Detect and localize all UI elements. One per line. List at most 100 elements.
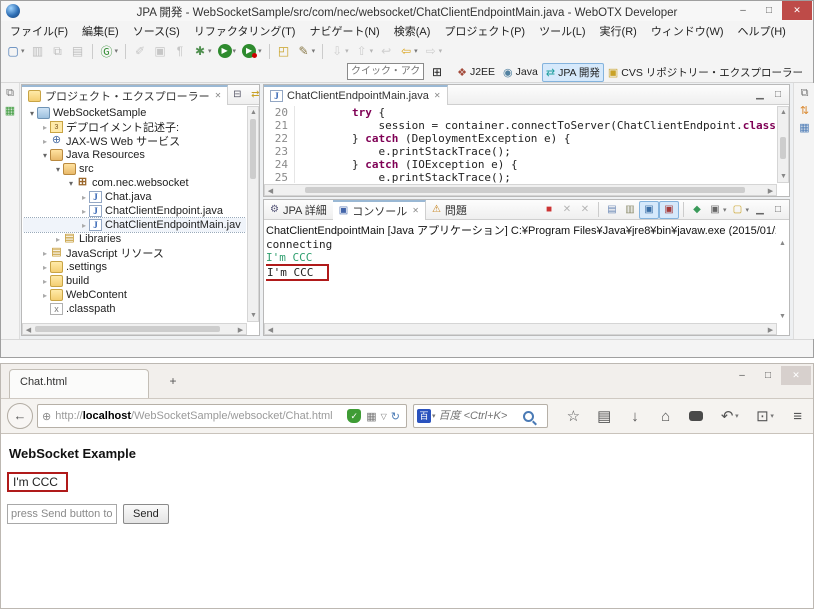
link-with-editor-icon[interactable]: ⇄: [246, 86, 264, 104]
remove-all-launches-icon[interactable]: ✕: [576, 201, 594, 219]
tab-problems[interactable]: ⚠問題: [426, 200, 473, 220]
dropdown-arrow-icon[interactable]: ▾: [312, 47, 316, 55]
restore-minimized-view-icon[interactable]: ⧉: [798, 85, 812, 102]
perspective-button-0[interactable]: ❖J2EE: [453, 63, 499, 82]
maximize-button[interactable]: □: [756, 1, 782, 20]
explorer-vertical-scrollbar[interactable]: ▲▼: [247, 106, 259, 322]
console-vertical-scrollbar[interactable]: ▲▼: [777, 238, 789, 322]
reload-icon[interactable]: ↻: [391, 410, 400, 423]
menu-item-4[interactable]: ナビゲート(N): [302, 20, 386, 42]
menu-item-5[interactable]: 検索(A): [387, 20, 438, 42]
synchronize-shortcut-icon[interactable]: ⇅: [798, 102, 812, 119]
browser-close-button[interactable]: ✕: [781, 366, 811, 385]
tab-console[interactable]: ▣コンソール✕: [333, 200, 426, 220]
run-icon[interactable]: ▶▾: [215, 41, 240, 61]
screenshot-tool-icon[interactable]: ⊡▾: [752, 406, 777, 426]
tree-item-0[interactable]: ▾WebSocketSample: [23, 106, 246, 120]
maximize-view-icon[interactable]: □: [769, 201, 787, 219]
bookmarks-menu-icon[interactable]: ▤: [594, 406, 614, 426]
close-button[interactable]: ✕: [782, 1, 812, 20]
open-perspective-icon[interactable]: ⊞: [429, 62, 445, 82]
close-view-icon[interactable]: ✕: [215, 91, 222, 100]
open-file-icon[interactable]: ◰: [274, 41, 294, 61]
menu-item-10[interactable]: ヘルプ(H): [731, 20, 793, 42]
close-editor-icon[interactable]: ✕: [434, 91, 441, 100]
menu-item-0[interactable]: ファイル(F): [3, 20, 75, 42]
tree-item-11[interactable]: ▸.settings: [23, 260, 246, 274]
tree-expand-arrow[interactable]: ▸: [79, 193, 89, 202]
browser-minimize-button[interactable]: –: [729, 366, 755, 385]
show-stderr-when-changed-icon[interactable]: ▣: [659, 201, 679, 219]
debug-icon[interactable]: ✱▾: [190, 41, 215, 61]
clear-console-icon[interactable]: ▤: [603, 201, 621, 219]
perspective-button-4[interactable]: ✤デバッグ: [807, 63, 811, 82]
sync-history-icon[interactable]: ↶▾: [717, 406, 742, 426]
code-area[interactable]: 20 try {21 session = container.connectTo…: [265, 106, 776, 183]
tree-expand-arrow[interactable]: ▸: [40, 277, 50, 286]
send-button[interactable]: Send: [123, 504, 169, 524]
tree-expand-arrow[interactable]: ▾: [27, 109, 37, 118]
dropdown-arrow-icon[interactable]: ▾: [414, 47, 418, 55]
tree-expand-arrow[interactable]: ▸: [79, 221, 89, 230]
dropdown-arrow-icon[interactable]: ▾: [439, 47, 443, 55]
tree-expand-arrow[interactable]: ▸: [40, 263, 50, 272]
tree-expand-arrow[interactable]: ▾: [40, 151, 50, 160]
editor-horizontal-scrollbar[interactable]: ◀▶: [264, 184, 777, 196]
editor-vertical-scrollbar[interactable]: ▲▼: [777, 106, 789, 183]
shield-safe-icon[interactable]: ✓: [347, 409, 361, 423]
menu-item-7[interactable]: ツール(L): [532, 20, 592, 42]
dropdown-arrow-icon[interactable]: ▾: [770, 412, 774, 420]
open-console-icon[interactable]: ▢▾: [728, 201, 751, 219]
tree-expand-arrow[interactable]: ▸: [79, 207, 89, 216]
tree-item-3[interactable]: ▾Java Resources: [23, 148, 246, 162]
dropdown-arrow-icon[interactable]: ▾: [735, 412, 739, 420]
tree-item-5[interactable]: ▾⊞com.nec.websocket: [23, 176, 246, 190]
tree-item-4[interactable]: ▾src: [23, 162, 246, 176]
feedback-bubble-icon[interactable]: [686, 406, 706, 426]
minimize-button[interactable]: –: [730, 1, 756, 20]
perspective-button-2[interactable]: ⇄JPA 開発: [542, 63, 604, 82]
console-output[interactable]: connectingI'm CCCI'm CCC: [266, 238, 776, 322]
engine-dropdown-arrow[interactable]: ▾: [432, 412, 436, 420]
tree-item-8[interactable]: ▸JChatClientEndpointMain.jav: [23, 218, 246, 232]
minimize-view-icon[interactable]: ▁: [751, 201, 769, 219]
search-magnifier-icon[interactable]: [523, 411, 534, 422]
tree-item-10[interactable]: ▸▤JavaScript リソース: [23, 246, 246, 260]
tree-expand-arrow[interactable]: ▸: [40, 291, 50, 300]
tab-jpa-details[interactable]: ⚙JPA 詳細: [264, 200, 333, 220]
tree-item-14[interactable]: x.classpath: [23, 302, 246, 316]
qr-extension-icon[interactable]: ▦: [366, 410, 376, 423]
back-button[interactable]: ←: [7, 403, 33, 429]
perspective-button-3[interactable]: ▣CVS リポジトリー・エクスプローラー: [604, 63, 807, 82]
tree-expand-arrow[interactable]: ▸: [40, 137, 50, 146]
terminate-icon[interactable]: ■: [540, 201, 558, 219]
menu-item-3[interactable]: リファクタリング(T): [187, 20, 303, 42]
quick-access-input[interactable]: [347, 63, 424, 80]
dropdown-arrow-icon[interactable]: ▾: [370, 47, 374, 55]
coverage-icon[interactable]: ▶▾: [239, 41, 265, 61]
scroll-lock-icon[interactable]: ▥: [621, 201, 639, 219]
tab-editor-file[interactable]: J ChatClientEndpointMain.java ✕: [264, 85, 448, 105]
dropdown-arrow-icon[interactable]: ▾: [208, 47, 212, 55]
search-engine-icon[interactable]: 百: [417, 409, 431, 423]
tree-item-9[interactable]: ▸▤Libraries: [23, 232, 246, 246]
chat-message-input[interactable]: [7, 504, 117, 524]
downloads-icon[interactable]: ↓: [625, 406, 645, 426]
dropdown-arrow-icon[interactable]: ▾: [723, 206, 727, 214]
display-selected-console-icon[interactable]: ▣▾: [706, 201, 729, 219]
perspective-button-1[interactable]: ◉Java: [499, 63, 542, 82]
tree-item-6[interactable]: ▸JChat.java: [23, 190, 246, 204]
tree-expand-arrow[interactable]: ▾: [53, 165, 63, 174]
menu-item-1[interactable]: 編集(E): [75, 20, 126, 42]
tree-item-2[interactable]: ▸⊕JAX-WS Web サービス: [23, 134, 246, 148]
bookmark-star-icon[interactable]: ☆: [563, 406, 583, 426]
tree-expand-arrow[interactable]: ▾: [66, 179, 76, 188]
dropdown-arrow-icon[interactable]: ▾: [258, 47, 262, 55]
show-stdout-when-changed-icon[interactable]: ▣: [639, 201, 659, 219]
menu-item-2[interactable]: ソース(S): [126, 20, 187, 42]
search-input[interactable]: [439, 410, 523, 422]
browser-tab[interactable]: Chat.html: [9, 369, 149, 398]
tree-expand-arrow[interactable]: ▸: [40, 249, 50, 258]
jpa-structure-shortcut-icon[interactable]: ▦: [3, 102, 17, 119]
console-horizontal-scrollbar[interactable]: ◀▶: [264, 323, 777, 335]
